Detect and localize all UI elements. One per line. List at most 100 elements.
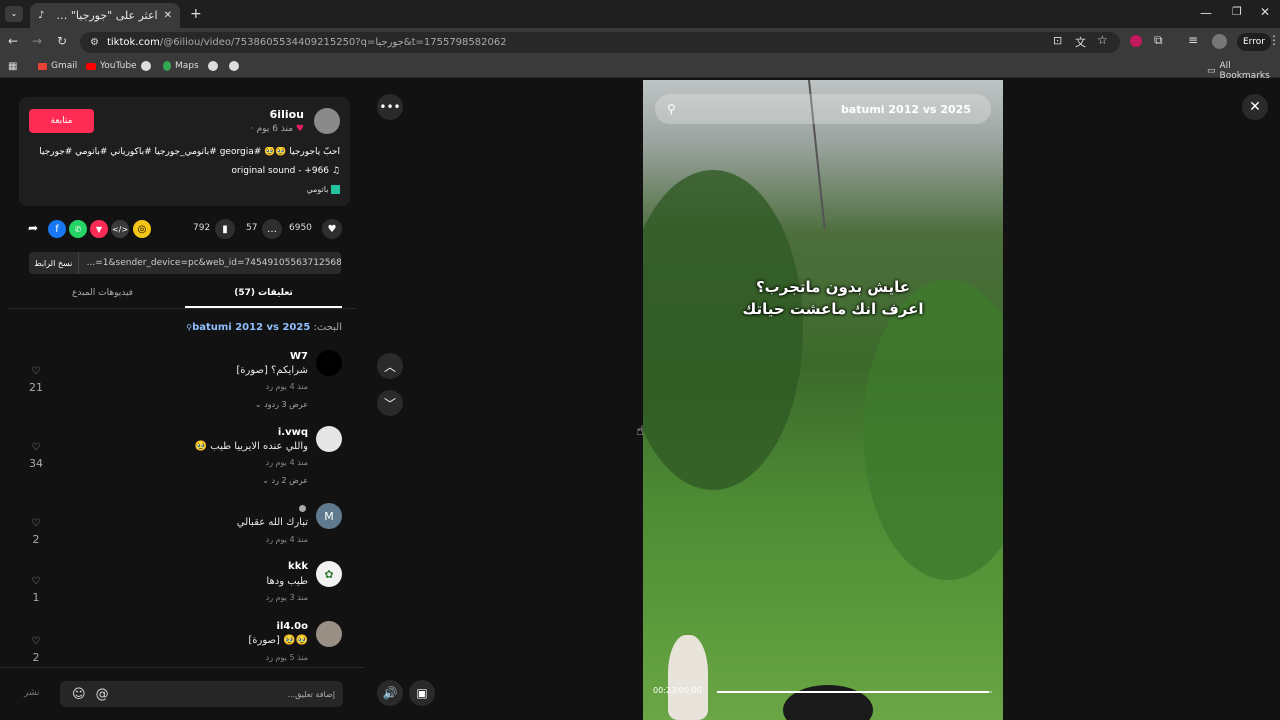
sound-row[interactable]: ♫ original sound - +966: [232, 166, 340, 176]
view-replies-button[interactable]: عرض 2 رد ⌄: [262, 476, 308, 485]
menu-icon[interactable]: ⋮: [1268, 33, 1280, 47]
comment-author[interactable]: i.vwq: [278, 427, 308, 438]
video-player[interactable]: ⚲ batumi 2012 vs 2025 عايش بدون ماتجرب؟ …: [643, 80, 1003, 720]
apps-icon[interactable]: ▦: [8, 61, 17, 72]
tab-search-button[interactable]: ⌄: [5, 6, 23, 22]
tab-creator-videos[interactable]: فيديوهات المبدع: [20, 288, 185, 298]
close-tab-icon[interactable]: ✕: [164, 10, 172, 21]
bookmark-youtube[interactable]: YouTube: [86, 61, 137, 71]
comment-input[interactable]: ☺ @ إضافة تعليق...: [60, 681, 343, 707]
all-bookmarks-label: All Bookmarks: [1219, 61, 1270, 81]
post-comment-button[interactable]: نشر: [24, 688, 40, 698]
address-bar[interactable]: ⚙ tiktok.com /@6iliou/video/753860553440…: [80, 32, 1120, 53]
forest-canopy-right: [863, 280, 1003, 580]
comment-like-icon[interactable]: ♡: [28, 518, 44, 529]
profile-avatar[interactable]: [1212, 34, 1227, 49]
volume-button[interactable]: 🔊: [377, 680, 403, 706]
media-control-icon[interactable]: ≡: [1188, 33, 1198, 47]
comment-text: طيب ودها: [266, 576, 308, 587]
feet-shape: [668, 635, 708, 720]
new-tab-button[interactable]: +: [190, 6, 202, 22]
more-options-button[interactable]: •••: [377, 94, 403, 120]
maximize-button[interactable]: ❐: [1232, 5, 1242, 18]
extension-icon[interactable]: [1130, 35, 1142, 47]
next-video-button[interactable]: ﹀: [377, 390, 403, 416]
video-caption-overlay: عايش بدون ماتجرب؟ اعرف انك ماعشت حياتك: [703, 276, 963, 320]
mention-icon[interactable]: @: [96, 687, 109, 702]
coin-icon[interactable]: ◎: [133, 220, 151, 238]
comment-like-icon[interactable]: ♡: [28, 442, 44, 453]
location-icon: [331, 185, 340, 194]
comment-text: 🥹🥹 [صورة]: [248, 635, 308, 646]
comment-avatar[interactable]: [316, 350, 342, 376]
bookmark-maps-label: Maps: [175, 61, 199, 71]
comment-text: واللي عنده الايرييا طيب 🥹: [194, 441, 308, 452]
profile-error-label: Error: [1243, 37, 1265, 47]
share-link-text[interactable]: ...=1&sender_device=pc&web_id=7454910556…: [79, 258, 341, 268]
bookmark-globe-1[interactable]: [141, 61, 151, 71]
tiktok-favicon-icon: ♪: [38, 10, 45, 21]
bookmark-maps[interactable]: Maps: [163, 61, 199, 71]
url-host: tiktok.com: [106, 37, 160, 48]
like-button[interactable]: ♥: [322, 219, 342, 239]
comment-count: 57: [246, 223, 258, 233]
bookmark-globe-2[interactable]: [208, 61, 218, 71]
profile-error-button[interactable]: Error: [1237, 33, 1271, 51]
comment-button[interactable]: …: [262, 219, 282, 239]
video-search-bar[interactable]: ⚲ batumi 2012 vs 2025: [655, 94, 991, 124]
tab-comments[interactable]: تعليقات (57): [185, 288, 342, 298]
share-icon[interactable]: ➦: [28, 221, 38, 235]
like-count: 6950: [289, 223, 312, 233]
install-icon[interactable]: ⊡: [1053, 34, 1062, 47]
comment-avatar[interactable]: [316, 621, 342, 647]
progress-track[interactable]: [717, 691, 992, 693]
search-suggestion[interactable]: البحث: batumi 2012 vs 2025⚲: [186, 322, 342, 333]
site-info-icon[interactable]: ⚙: [90, 37, 99, 48]
bookmark-star-icon[interactable]: ☆: [1097, 33, 1108, 47]
comment-item: il4.0o 🥹🥹 [صورة] منذ 5 يوم رد ♡ 2: [0, 620, 364, 668]
comment-like-icon[interactable]: ♡: [28, 576, 44, 587]
comment-avatar[interactable]: M: [316, 503, 342, 529]
embed-icon[interactable]: </>: [111, 220, 129, 238]
follow-button[interactable]: متابعة: [29, 109, 94, 133]
caption-line-2: اعرف انك ماعشت حياتك: [742, 300, 924, 318]
close-player-button[interactable]: ✕: [1242, 94, 1268, 120]
tabs-divider: [8, 308, 356, 309]
close-window-button[interactable]: ✕: [1260, 5, 1270, 19]
send-to-friend-icon[interactable]: ▼: [90, 220, 108, 238]
comment-meta: منذ 5 يوم رد: [265, 653, 308, 662]
comment-like-icon[interactable]: ♡: [28, 636, 44, 647]
minimize-button[interactable]: —: [1200, 6, 1212, 20]
comment-like-count: 2: [32, 533, 40, 546]
bookmark-globe-3[interactable]: [229, 61, 239, 71]
bookmark-gmail[interactable]: Gmail: [38, 61, 77, 71]
all-bookmarks[interactable]: ▭ All Bookmarks: [1207, 61, 1280, 81]
emoji-icon[interactable]: ☺: [72, 687, 86, 702]
comment-author[interactable]: il4.0o: [277, 621, 308, 632]
whatsapp-icon[interactable]: ✆: [69, 220, 87, 238]
reload-button[interactable]: ↻: [57, 34, 67, 48]
location-row[interactable]: باتومي: [306, 185, 340, 194]
avatar-initial: M: [324, 509, 334, 523]
search-query-link[interactable]: batumi 2012 vs 2025: [192, 322, 310, 333]
previous-video-button[interactable]: ︿: [377, 353, 403, 379]
copy-link-button[interactable]: نسخ الرابط: [29, 252, 79, 274]
maps-pin-icon: [163, 61, 171, 71]
comment-item: ✿ kkk طيب ودها منذ 3 يوم رد ♡ 1: [0, 560, 364, 615]
author-avatar[interactable]: [314, 108, 340, 134]
save-button[interactable]: ▮: [215, 219, 235, 239]
translate-icon[interactable]: 文: [1075, 34, 1086, 50]
view-replies-button[interactable]: عرض 3 ردود ⌄: [255, 400, 308, 409]
comment-avatar[interactable]: [316, 426, 342, 452]
forward-button[interactable]: →: [32, 34, 42, 48]
comment-author[interactable]: kkk: [288, 561, 308, 572]
back-button[interactable]: ←: [8, 34, 18, 48]
comment-author[interactable]: W7: [290, 351, 308, 362]
comment-like-icon[interactable]: ♡: [28, 366, 44, 377]
extensions-puzzle-icon[interactable]: ⧉: [1154, 33, 1163, 48]
facebook-icon[interactable]: f: [48, 220, 66, 238]
comment-avatar[interactable]: ✿: [316, 561, 342, 587]
floating-player-button[interactable]: ▣: [409, 680, 435, 706]
active-tab[interactable]: ♪ اعثر على "جورجيا" على TikTok ✕: [30, 3, 180, 28]
author-username[interactable]: 6iliou: [270, 108, 304, 121]
